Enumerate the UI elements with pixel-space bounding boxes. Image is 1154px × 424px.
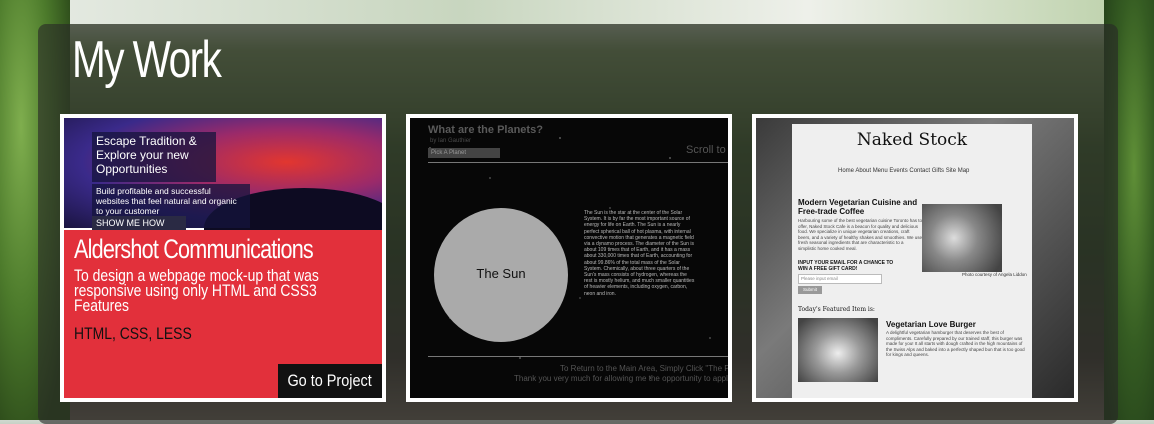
project-title: Aldershot Communications — [74, 234, 314, 264]
preview-headline: Modern Vegetarian Cuisine and Free-trade… — [798, 198, 918, 216]
sun-description: The Sun is the star at the center of the… — [584, 210, 695, 297]
burger-title: Vegetarian Love Burger — [886, 320, 976, 329]
email-input: Please input email — [798, 274, 882, 284]
preview-footer-line: Thank you very much for allowing me the … — [514, 374, 728, 383]
project-tags: HTML, CSS, LESS — [74, 324, 192, 343]
email-prompt: INPUT YOUR EMAIL FOR A CHANCE TO WIN A F… — [798, 260, 894, 272]
burger-description: A delightful vegetarian hamburger that d… — [886, 330, 1025, 357]
sun-circle: The Sun — [434, 208, 568, 342]
background-sky — [0, 0, 1154, 24]
preview-headline-box: Escape Tradition & Explore your new Oppo… — [92, 132, 216, 182]
preview-page: Naked Stock Home About Menu Events Conta… — [792, 124, 1032, 398]
preview-footer-line: To Return to the Main Area, Simply Click… — [560, 364, 728, 373]
submit-button: Submit — [798, 286, 822, 294]
project-card-planets[interactable]: What are the Planets? by Ian Gauthier Pi… — [406, 114, 732, 402]
scroll-hint: Scroll to th — [686, 144, 728, 156]
divider — [428, 356, 728, 357]
project-info-panel: Aldershot Communications To design a web… — [64, 230, 382, 398]
sun-label: The Sun — [476, 266, 526, 281]
project-card-naked-stock[interactable]: Naked Stock Home About Menu Events Conta… — [752, 114, 1078, 402]
preview-subtext: Build profitable and successful websites… — [96, 186, 237, 216]
go-to-project-link[interactable]: Go to Project — [278, 364, 382, 398]
food-photo — [922, 204, 1002, 272]
preview-body: Harbouring some of the best vegetarian c… — [798, 218, 922, 251]
project-card-aldershot[interactable]: Escape Tradition & Explore your new Oppo… — [60, 114, 386, 402]
featured-label: Today's Featured Item is: — [798, 306, 875, 313]
planet-select: Pick A Planet — [428, 148, 500, 158]
project-description: To design a webpage mock-up that was res… — [74, 266, 319, 315]
preview-nav: Home About Menu Events Contact Gifts Sit… — [838, 168, 970, 174]
preview-author: by Ian Gauthier — [430, 138, 472, 144]
preview-headline: Escape Tradition & Explore your new Oppo… — [96, 134, 197, 176]
preview-title: What are the Planets? — [428, 124, 543, 136]
divider — [428, 162, 728, 163]
preview-button: SHOW ME HOW — [92, 216, 186, 230]
photo-credit: Photo courtesy of Angela Liddon — [962, 272, 1027, 277]
preview-logo: Naked Stock — [856, 130, 968, 150]
page-title: My Work — [72, 31, 222, 89]
go-to-project-label: Go to Project — [287, 371, 373, 390]
burger-photo — [798, 318, 878, 382]
